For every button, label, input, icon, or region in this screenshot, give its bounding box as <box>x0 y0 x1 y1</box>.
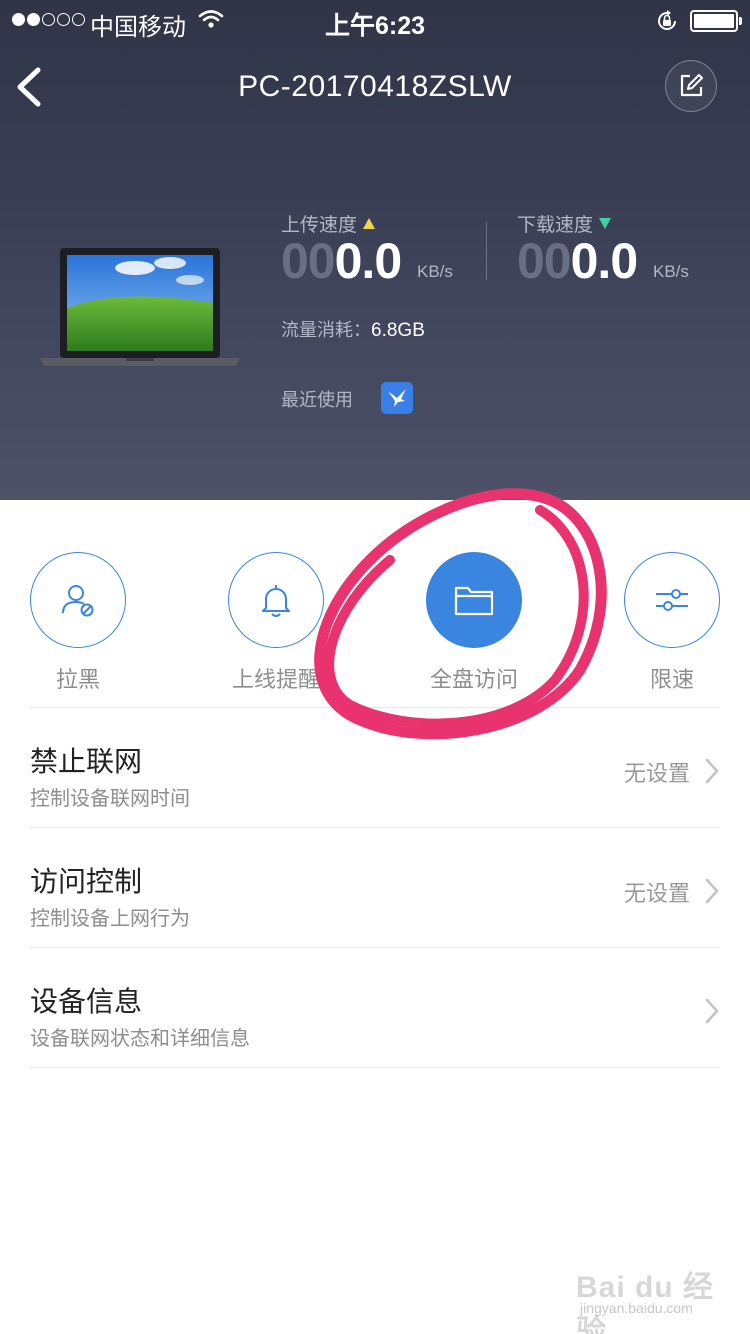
speed-divider <box>486 222 487 280</box>
data-usage-value: 6.8GB <box>371 320 425 341</box>
list-divider <box>30 1067 720 1068</box>
menu-item-device-info[interactable]: 设备信息 设备联网状态和详细信息 <box>30 947 720 1067</box>
status-bar: 中国移动 上午6:23 <box>0 0 750 41</box>
menu-item-value: 无设置 <box>623 881 690 906</box>
status-time: 上午6:23 <box>324 12 426 40</box>
menu-item-title: 禁止联网 <box>30 746 143 777</box>
download-arrow-icon <box>599 218 612 229</box>
menu-item-access-control[interactable]: 访问控制 控制设备上网行为 无设置 <box>30 827 720 947</box>
full-disk-access-label: 全盘访问 <box>429 667 518 692</box>
edit-button[interactable] <box>665 60 717 112</box>
upload-arrow-icon <box>363 218 376 229</box>
user-block-icon <box>30 552 126 648</box>
menu-item-subtitle: 设备联网状态和详细信息 <box>30 1028 250 1050</box>
quick-actions: 拉黑 上线提醒 全盘访问 限速 <box>0 552 750 702</box>
sliders-icon <box>624 552 720 648</box>
menu-item-subtitle: 控制设备联网时间 <box>30 788 190 810</box>
bird-icon <box>388 389 406 407</box>
upload-speed-value: 000.0 <box>281 233 402 289</box>
menu-item-title: 设备信息 <box>30 986 143 1017</box>
speed-limit-button[interactable]: 限速 <box>602 552 742 694</box>
download-speed-value: 000.0 <box>517 233 638 289</box>
menu-item-value: 无设置 <box>623 761 690 786</box>
recent-app-icon[interactable] <box>381 382 413 414</box>
edit-icon <box>680 74 703 97</box>
speed-limit-label: 限速 <box>649 667 694 692</box>
menu-item-subtitle: 控制设备上网行为 <box>30 908 190 930</box>
menu-item-block-internet[interactable]: 禁止联网 控制设备联网时间 无设置 <box>30 707 720 827</box>
rotation-lock-icon <box>654 8 680 41</box>
block-button[interactable]: 拉黑 <box>8 552 148 694</box>
chevron-right-icon <box>705 998 719 1024</box>
upload-speed-unit: KB/s <box>417 262 453 281</box>
download-speed-unit: KB/s <box>653 262 689 281</box>
bell-icon <box>228 552 324 648</box>
recent-used-label: 最近使用 <box>281 390 353 410</box>
menu-item-title: 访问控制 <box>30 866 143 897</box>
chevron-right-icon <box>705 758 719 784</box>
battery-icon <box>690 10 742 32</box>
page-title: PC-20170418ZSLW <box>238 70 512 103</box>
laptop-image <box>40 248 240 370</box>
folder-icon <box>426 552 522 648</box>
full-disk-access-button[interactable]: 全盘访问 <box>404 552 544 694</box>
online-alert-label: 上线提醒 <box>231 667 320 692</box>
data-usage: 流量消耗：6.8GB <box>281 320 425 341</box>
online-alert-button[interactable]: 上线提醒 <box>206 552 346 694</box>
block-label: 拉黑 <box>55 667 100 692</box>
baidu-jingyan-watermark: Bai du 经验 jingyan.baidu.com <box>576 1271 715 1334</box>
device-header: 中国移动 上午6:23 PC-20170418ZSLW 上传速度 000.0 K… <box>0 0 750 500</box>
chevron-right-icon <box>705 878 719 904</box>
